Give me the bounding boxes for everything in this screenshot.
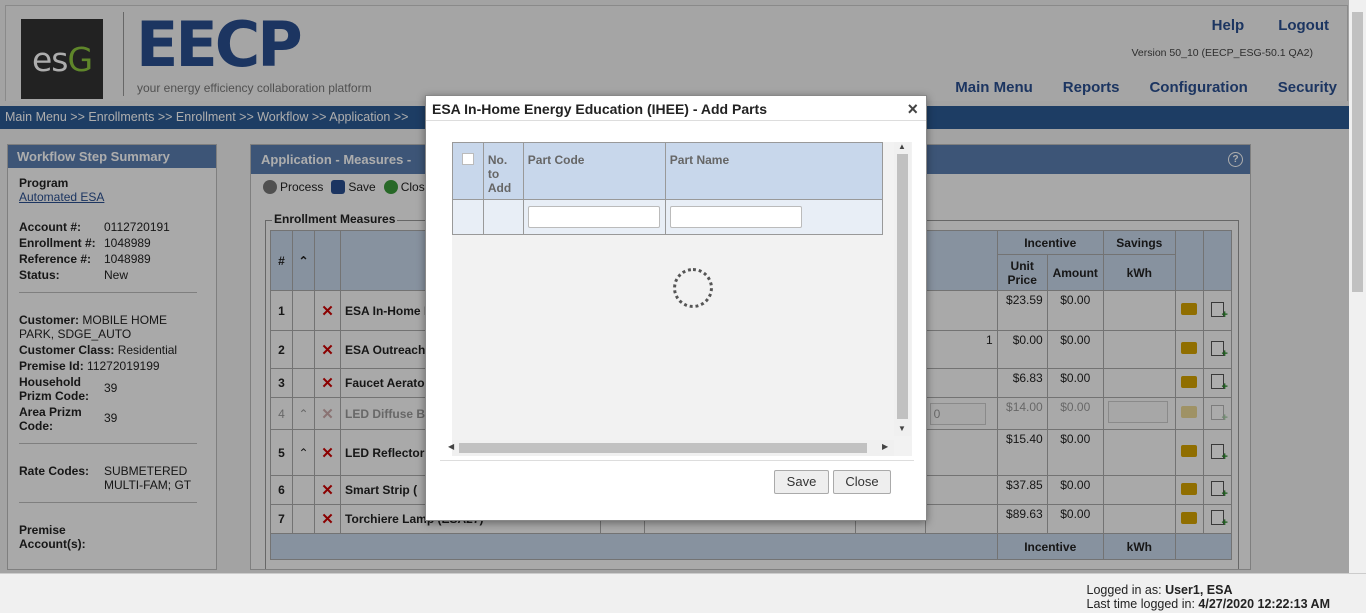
part-code-filter-input[interactable] (527, 206, 660, 228)
filter-row (452, 199, 884, 235)
close-icon[interactable]: × (907, 99, 918, 120)
select-all-header (452, 142, 484, 200)
scroll-down-icon[interactable]: ▼ (898, 424, 906, 433)
filter-cell (482, 199, 524, 235)
dialog-close-button[interactable]: Close (833, 470, 891, 494)
scroll-left-icon[interactable]: ◀ (448, 442, 454, 451)
scroll-thumb[interactable] (897, 154, 908, 419)
logged-in-label: Logged in as: (1086, 583, 1162, 597)
parts-grid: No. to Add Part Code Part Name ▲ ▼ ◀ ▶ (448, 142, 912, 456)
logged-in-value: User1, ESA (1165, 583, 1233, 597)
dialog-title: ESA In-Home Energy Education (IHEE) - Ad… (432, 101, 768, 117)
filter-cell (452, 199, 484, 235)
status-bar: Logged in as: User1, ESA Last time logge… (0, 573, 1366, 613)
grid-horizontal-scrollbar[interactable]: ◀ ▶ (448, 440, 894, 456)
filter-cell (664, 199, 884, 235)
page-scrollbar[interactable] (1349, 0, 1366, 573)
scroll-up-icon[interactable]: ▲ (898, 142, 906, 151)
col-no-to-add: No. to Add (482, 142, 524, 200)
filter-cell (522, 199, 666, 235)
dialog-divider (440, 460, 914, 461)
grid-vertical-scrollbar[interactable]: ▲ ▼ (894, 142, 911, 436)
dialog-title-bar: ESA In-Home Energy Education (IHEE) - Ad… (426, 96, 926, 121)
scroll-right-icon[interactable]: ▶ (882, 442, 888, 451)
col-part-name: Part Name (664, 142, 884, 200)
add-parts-dialog: ESA In-Home Energy Education (IHEE) - Ad… (425, 95, 927, 521)
select-all-checkbox[interactable] (461, 153, 474, 165)
last-login-value: 4/27/2020 12:22:13 AM (1198, 597, 1330, 611)
login-info: Logged in as: User1, ESA Last time logge… (1087, 583, 1330, 611)
part-name-filter-input[interactable] (669, 206, 802, 228)
last-login-label: Last time logged in: (1086, 597, 1195, 611)
scroll-thumb[interactable] (459, 443, 867, 453)
col-part-code: Part Code (522, 142, 666, 200)
parts-table: No. to Add Part Code Part Name (452, 142, 884, 235)
dialog-save-button[interactable]: Save (774, 470, 829, 494)
scroll-thumb[interactable] (1352, 12, 1363, 292)
loading-spinner-icon (673, 268, 713, 308)
